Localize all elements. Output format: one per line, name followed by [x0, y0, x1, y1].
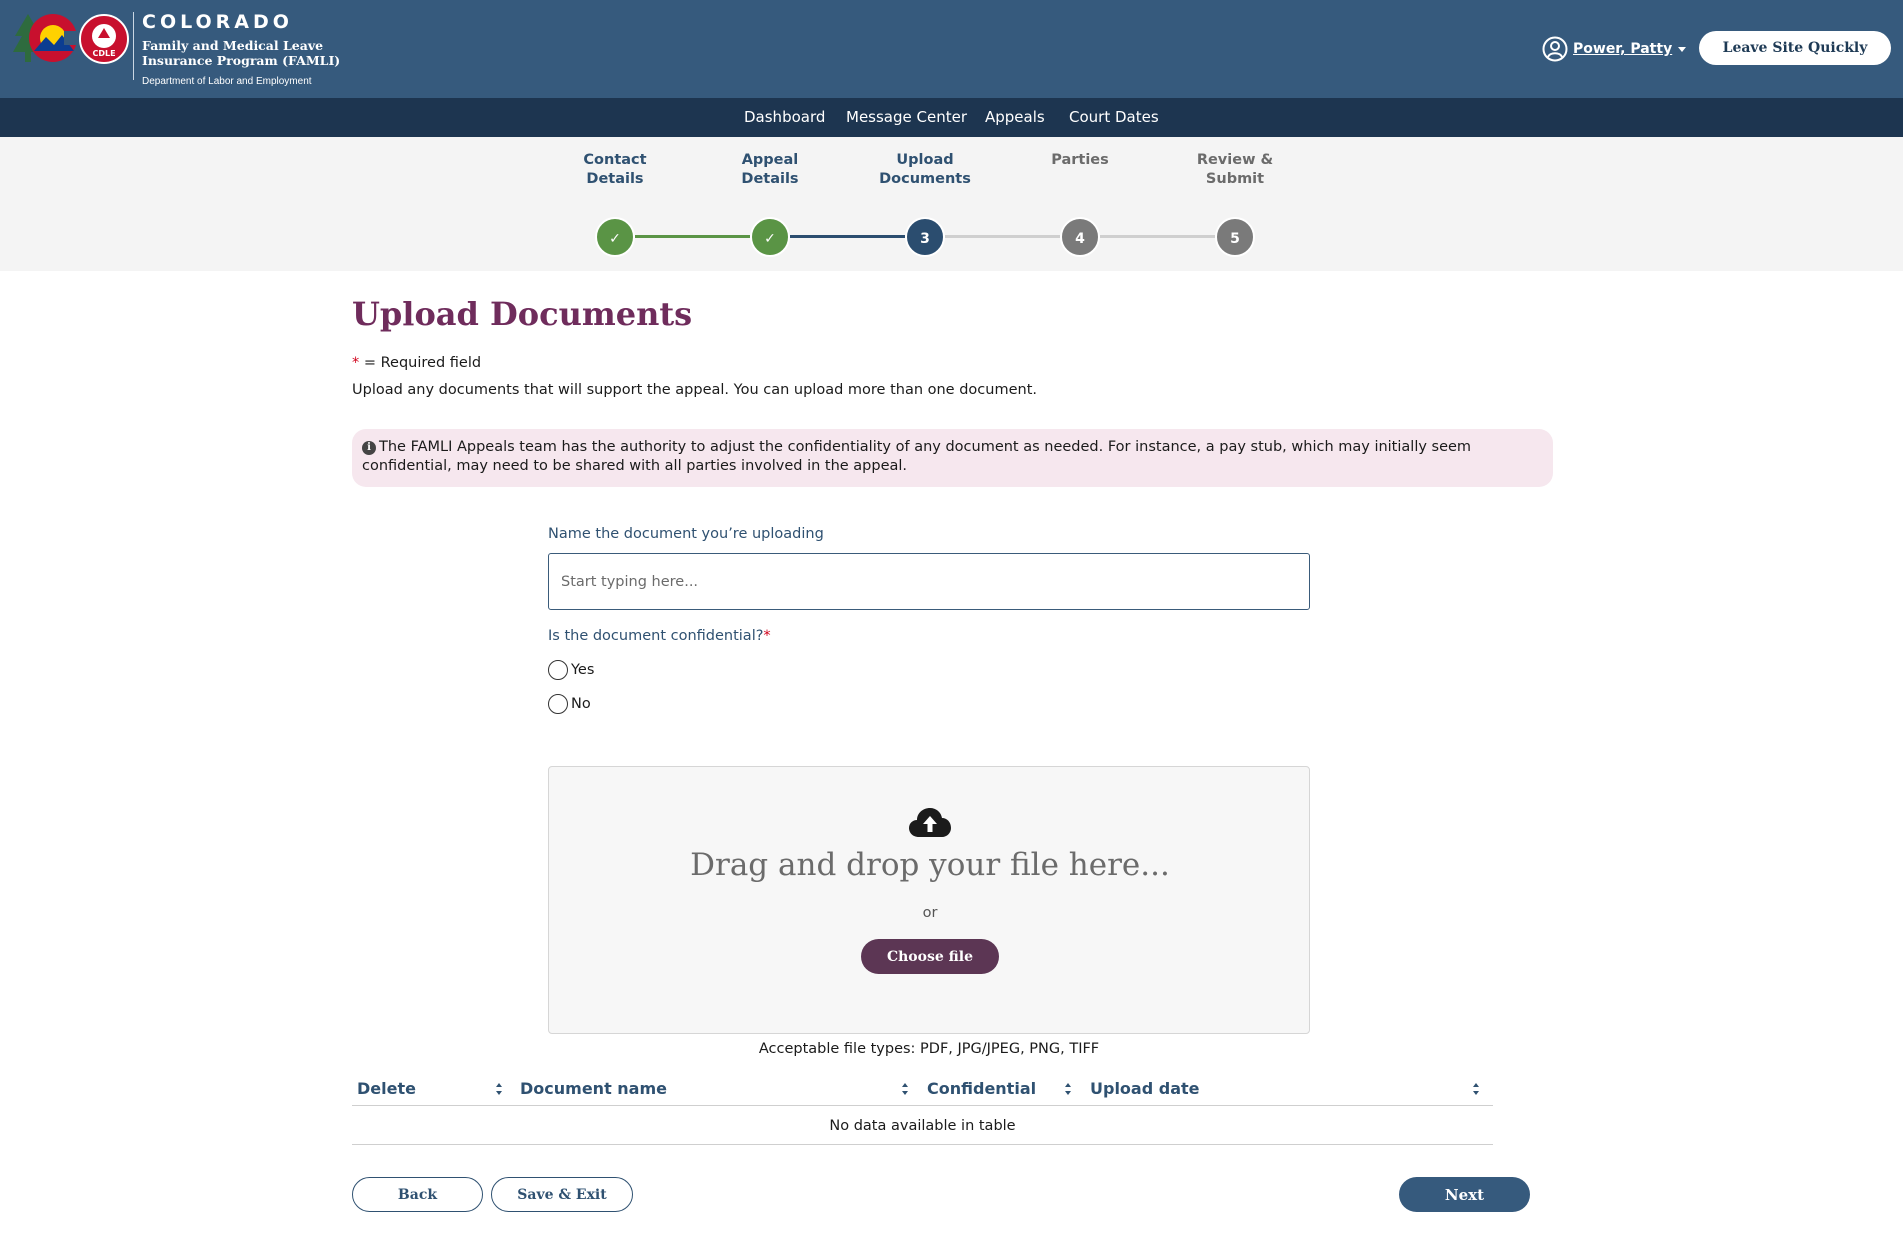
step-label-upload-documents: Upload Documents	[879, 152, 971, 187]
table-empty-message: No data available in table	[829, 1118, 1016, 1134]
brand-block: COLORADO Family and Medical Leave Insura…	[142, 12, 340, 88]
step-2-check-icon: ✓	[750, 217, 790, 257]
main-nav: Dashboard Message Center Appeals Court D…	[0, 98, 1903, 137]
user-name-link[interactable]: Power, Patty	[1573, 41, 1672, 57]
sort-icon[interactable]	[1472, 1082, 1480, 1096]
brand-state: COLORADO	[142, 11, 293, 33]
step-1-check-icon: ✓	[595, 217, 635, 257]
brand-dept: Department of Labor and Employment	[142, 76, 312, 87]
table-divider	[352, 1144, 1493, 1145]
file-types-note: Acceptable file types: PDF, JPG/JPEG, PN…	[758, 1041, 1100, 1057]
required-note: * = Required field	[352, 355, 482, 371]
nav-court-dates[interactable]: Court Dates	[1069, 98, 1159, 137]
next-button[interactable]: Next	[1399, 1177, 1530, 1212]
column-header-confidential[interactable]: Confidential	[927, 1074, 1036, 1104]
radio-option-yes[interactable]: Yes	[548, 659, 594, 681]
step-connector-upcoming	[1100, 235, 1215, 238]
confidentiality-alert: i The FAMLI Appeals team has the authorit…	[352, 429, 1553, 487]
radio-option-no[interactable]: No	[548, 693, 591, 715]
column-header-delete[interactable]: Delete	[357, 1074, 416, 1104]
cdle-seal-icon: CDLE	[79, 14, 129, 64]
confidential-label: Is the document confidential?*	[548, 628, 771, 644]
radio-yes[interactable]	[548, 660, 568, 680]
document-name-label: Name the document you’re uploading	[548, 526, 824, 542]
logo-divider	[133, 12, 134, 80]
brand-program-line1: Family and Medical Leave	[142, 38, 324, 53]
alert-text: The FAMLI Appeals team has the authority…	[362, 439, 1472, 474]
nav-message-center[interactable]: Message Center	[846, 98, 967, 137]
sort-icon[interactable]	[901, 1082, 909, 1096]
chevron-down-icon[interactable]	[1678, 46, 1687, 52]
user-avatar-icon	[1542, 36, 1568, 62]
step-connector-upcoming	[945, 235, 1060, 238]
step-label-appeal-details: Appeal Details	[741, 152, 799, 187]
save-exit-button[interactable]: Save & Exit	[491, 1177, 633, 1212]
dropzone-text: Drag and drop your file here...	[690, 847, 1170, 883]
step-4-marker: 4	[1060, 217, 1100, 257]
brand-program-line2: Insurance Program (FAMLI)	[142, 53, 341, 68]
sort-icon[interactable]	[495, 1082, 503, 1096]
step-label-contact-details: Contact Details	[583, 152, 647, 187]
intro-text: Upload any documents that will support t…	[352, 382, 1037, 398]
sort-icon[interactable]	[1064, 1082, 1072, 1096]
user-menu[interactable]: Power, Patty	[1542, 36, 1687, 62]
nav-dashboard[interactable]: Dashboard	[744, 98, 825, 137]
back-button[interactable]: Back	[352, 1177, 483, 1212]
step-label-review-submit: Review & Submit	[1196, 152, 1274, 187]
step-label-parties: Parties	[1051, 152, 1109, 168]
nav-appeals[interactable]: Appeals	[985, 98, 1045, 137]
radio-no[interactable]	[548, 694, 568, 714]
step-connector-current	[790, 235, 905, 238]
page-title: Upload Documents	[352, 295, 693, 333]
column-header-upload-date[interactable]: Upload date	[1090, 1074, 1200, 1104]
step-3-marker: 3	[905, 217, 945, 257]
info-icon: i	[362, 441, 376, 455]
step-connector-complete	[635, 235, 750, 238]
file-dropzone[interactable]: Drag and drop your file here... or Choos…	[548, 766, 1310, 1034]
column-header-document-name[interactable]: Document name	[520, 1074, 667, 1104]
colorado-c-logo-icon	[29, 14, 78, 62]
dropzone-or: or	[922, 905, 938, 921]
progress-stepper: Contact Details Appeal Details Upload Docum…	[0, 137, 1903, 271]
choose-file-button[interactable]: Choose file	[861, 939, 999, 974]
site-header: CDLE COLORADO Family and Medical Leave I…	[0, 0, 1903, 98]
table-divider	[352, 1105, 1493, 1106]
document-name-input[interactable]	[548, 553, 1310, 610]
step-5-marker: 5	[1215, 217, 1255, 257]
cdle-badge-text: CDLE	[92, 49, 115, 58]
cloud-upload-icon	[909, 808, 951, 837]
leave-site-quickly-button[interactable]: Leave Site Quickly	[1699, 31, 1891, 65]
